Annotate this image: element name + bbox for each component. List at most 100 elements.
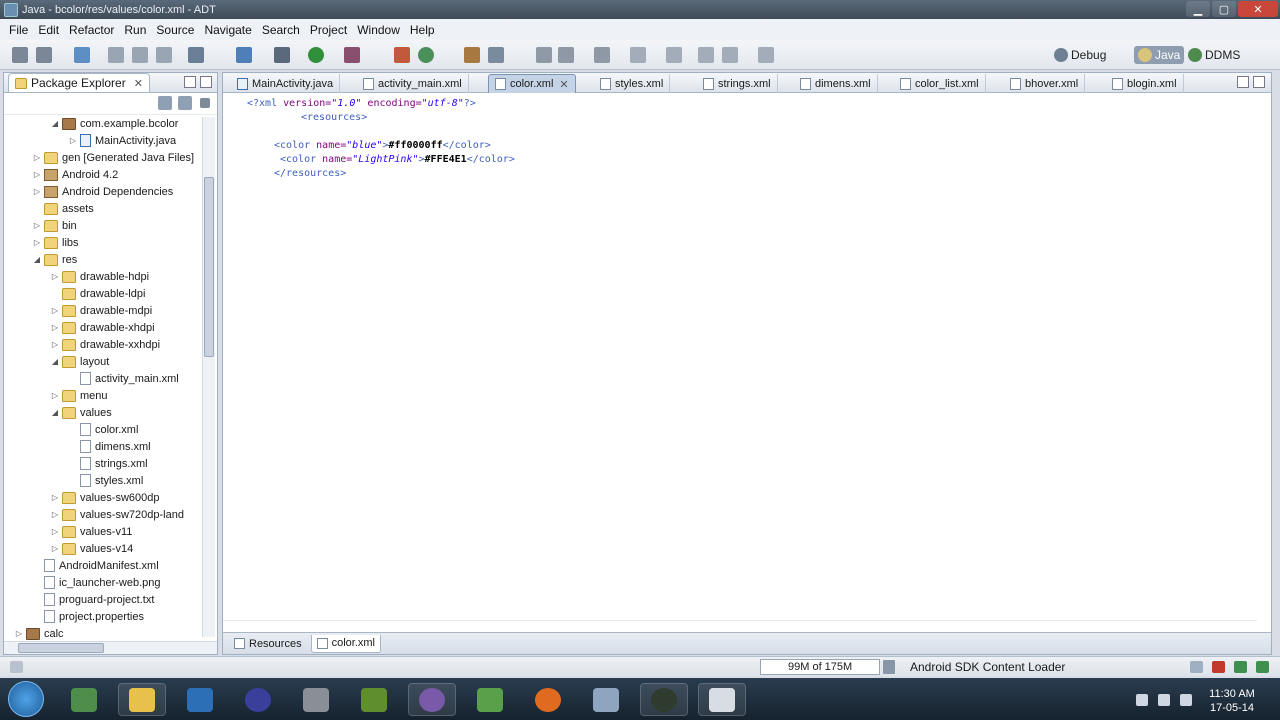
editor-tab[interactable]: color_list.xml bbox=[894, 74, 986, 93]
tasks-icon[interactable] bbox=[1234, 661, 1247, 673]
tree-item[interactable]: ▷ Android Dependencies bbox=[32, 183, 173, 200]
menu-refactor[interactable]: Refactor bbox=[64, 23, 119, 37]
chevron-right-icon[interactable]: ▷ bbox=[50, 544, 60, 553]
chevron-down-icon[interactable]: ◢ bbox=[50, 357, 60, 366]
chevron-right-icon[interactable]: ▷ bbox=[32, 187, 42, 196]
scroll-thumb[interactable] bbox=[18, 643, 104, 653]
collapse-icon[interactable] bbox=[666, 47, 682, 63]
menu-file[interactable]: File bbox=[4, 23, 33, 37]
trash-icon[interactable] bbox=[883, 660, 895, 674]
progress-icon[interactable] bbox=[1190, 661, 1203, 673]
tree-item[interactable]: ▷ gen [Generated Java Files] bbox=[32, 149, 194, 166]
external-tools-icon[interactable] bbox=[344, 47, 360, 63]
perspective-debug[interactable]: Debug bbox=[1050, 46, 1110, 64]
new-package-icon[interactable] bbox=[418, 47, 434, 63]
tree-item[interactable]: ▷ calc bbox=[14, 625, 64, 642]
chevron-right-icon[interactable]: ▷ bbox=[14, 629, 24, 638]
android-icon[interactable] bbox=[236, 47, 252, 63]
tree-item[interactable]: activity_main.xml bbox=[68, 370, 179, 387]
menu-project[interactable]: Project bbox=[305, 23, 352, 37]
tree-item[interactable]: ▷ values-v14 bbox=[50, 540, 133, 557]
editor-tab[interactable]: color.xml ✕ bbox=[488, 74, 576, 93]
tree-item[interactable]: ▷ Android 4.2 bbox=[32, 166, 118, 183]
tree-item[interactable]: ◢ com.example.bcolor bbox=[50, 115, 178, 132]
taskbar-app[interactable] bbox=[118, 683, 166, 716]
minimize-view-button[interactable] bbox=[184, 76, 196, 88]
chevron-right-icon[interactable]: ▷ bbox=[50, 527, 60, 536]
android-device-icon[interactable] bbox=[1212, 661, 1225, 673]
network-icon[interactable] bbox=[1180, 694, 1192, 706]
menu-source[interactable]: Source bbox=[151, 23, 199, 37]
taskbar-app[interactable] bbox=[176, 683, 224, 716]
tree-item[interactable]: project.properties bbox=[32, 608, 144, 625]
taskbar-app[interactable] bbox=[582, 683, 630, 716]
tab-xml-source[interactable]: color.xml bbox=[310, 634, 381, 653]
chevron-down-icon[interactable]: ◢ bbox=[32, 255, 42, 264]
last-edit-icon[interactable] bbox=[630, 47, 646, 63]
tree-vertical-scrollbar[interactable] bbox=[202, 117, 215, 637]
volume-icon[interactable] bbox=[1158, 694, 1170, 706]
notifications-icon[interactable] bbox=[1256, 661, 1269, 673]
menu-edit[interactable]: Edit bbox=[33, 23, 64, 37]
taskbar-app[interactable] bbox=[524, 683, 572, 716]
maximize-button[interactable]: ▢ bbox=[1212, 1, 1236, 17]
copy-icon[interactable] bbox=[132, 47, 148, 63]
chevron-right-icon[interactable]: ▷ bbox=[32, 170, 42, 179]
run-icon[interactable] bbox=[308, 47, 324, 63]
editor-tab[interactable]: styles.xml bbox=[594, 74, 671, 93]
lint-icon[interactable] bbox=[188, 47, 204, 63]
tree-item[interactable]: AndroidManifest.xml bbox=[32, 557, 159, 574]
new-class-icon[interactable] bbox=[394, 47, 410, 63]
save-icon[interactable] bbox=[36, 47, 52, 63]
tree-item[interactable]: styles.xml bbox=[68, 472, 143, 489]
close-icon[interactable]: ✕ bbox=[559, 78, 568, 91]
tree-item[interactable]: ▷ drawable-xhdpi bbox=[50, 319, 155, 336]
tree-item[interactable]: ▷ values-sw720dp-land bbox=[50, 506, 184, 523]
chevron-right-icon[interactable]: ▷ bbox=[50, 510, 60, 519]
editor-tab[interactable]: activity_main.xml bbox=[357, 74, 469, 93]
tray-up-arrow-icon[interactable] bbox=[1136, 694, 1148, 706]
taskbar-app[interactable] bbox=[466, 683, 514, 716]
tree-item[interactable]: ◢ layout bbox=[50, 353, 109, 370]
maximize-view-button[interactable] bbox=[200, 76, 212, 88]
menu-run[interactable]: Run bbox=[119, 23, 151, 37]
editor-tab[interactable]: blogin.xml bbox=[1106, 74, 1184, 93]
editor-horizontal-scrollbar[interactable] bbox=[223, 620, 1257, 632]
tree-item[interactable]: color.xml bbox=[68, 421, 138, 438]
taskbar-app[interactable] bbox=[292, 683, 340, 716]
open-type-icon[interactable] bbox=[464, 47, 480, 63]
paste-icon[interactable] bbox=[156, 47, 172, 63]
chevron-right-icon[interactable]: ▷ bbox=[68, 136, 78, 145]
chevron-right-icon[interactable]: ▷ bbox=[32, 221, 42, 230]
editor-vertical-scrollbar[interactable] bbox=[1257, 94, 1271, 634]
tree-item[interactable]: ▷ drawable-xxhdpi bbox=[50, 336, 160, 353]
close-button[interactable]: ✕ bbox=[1238, 1, 1278, 17]
editor-tab[interactable]: strings.xml bbox=[697, 74, 778, 93]
tree-item[interactable]: ▷ bin bbox=[32, 217, 77, 234]
link-with-editor-icon[interactable] bbox=[178, 96, 192, 110]
start-button[interactable] bbox=[8, 681, 44, 717]
link-icon[interactable] bbox=[698, 47, 714, 63]
editor-tab[interactable]: bhover.xml bbox=[1004, 74, 1086, 93]
chevron-right-icon[interactable]: ▷ bbox=[50, 340, 60, 349]
taskbar-app[interactable] bbox=[640, 683, 688, 716]
menu-search[interactable]: Search bbox=[257, 23, 305, 37]
tree-item[interactable]: ▷ drawable-hdpi bbox=[50, 268, 149, 285]
tree-horizontal-scrollbar[interactable] bbox=[4, 641, 217, 654]
xml-code[interactable]: <?xml version="1.0" encoding="utf-8"?> <… bbox=[247, 97, 515, 181]
fast-view-icon[interactable] bbox=[10, 661, 23, 673]
search-icon[interactable] bbox=[488, 47, 504, 63]
tree-item[interactable]: dimens.xml bbox=[68, 438, 151, 455]
tree-item[interactable]: proguard-project.txt bbox=[32, 591, 154, 608]
chevron-right-icon[interactable]: ▷ bbox=[50, 493, 60, 502]
tree-item[interactable]: ▷ values-sw600dp bbox=[50, 489, 160, 506]
tree-item[interactable]: ▷ MainActivity.java bbox=[68, 132, 176, 149]
debug-icon[interactable] bbox=[274, 47, 290, 63]
tree-item[interactable]: strings.xml bbox=[68, 455, 148, 472]
print-icon[interactable] bbox=[108, 47, 124, 63]
perspective-ddms[interactable]: DDMS bbox=[1184, 46, 1244, 64]
taskbar-app[interactable] bbox=[60, 683, 108, 716]
taskbar-app[interactable] bbox=[698, 683, 746, 716]
close-icon[interactable]: ✕ bbox=[134, 77, 143, 90]
taskbar-app[interactable] bbox=[234, 683, 282, 716]
